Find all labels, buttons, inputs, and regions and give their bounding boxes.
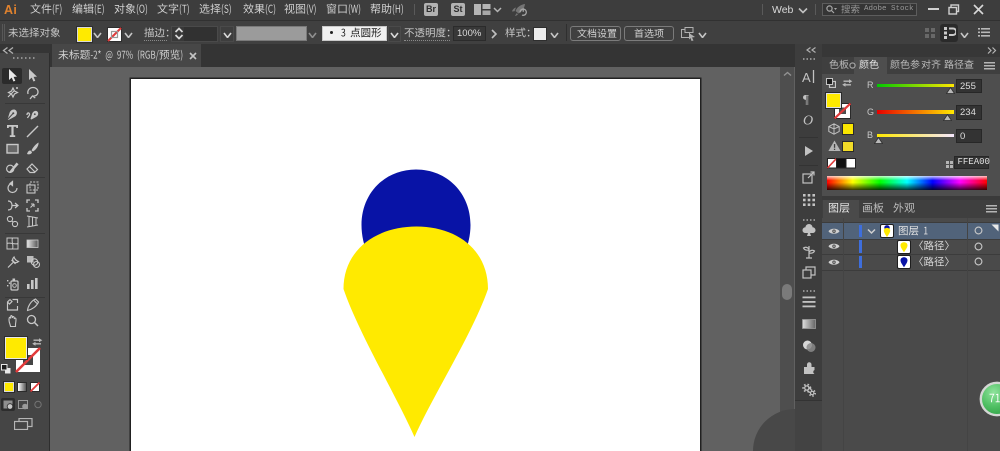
svg-text:O: O [803,114,813,129]
svg-text:A: A [802,70,811,85]
svg-text:¶: ¶ [803,92,809,107]
